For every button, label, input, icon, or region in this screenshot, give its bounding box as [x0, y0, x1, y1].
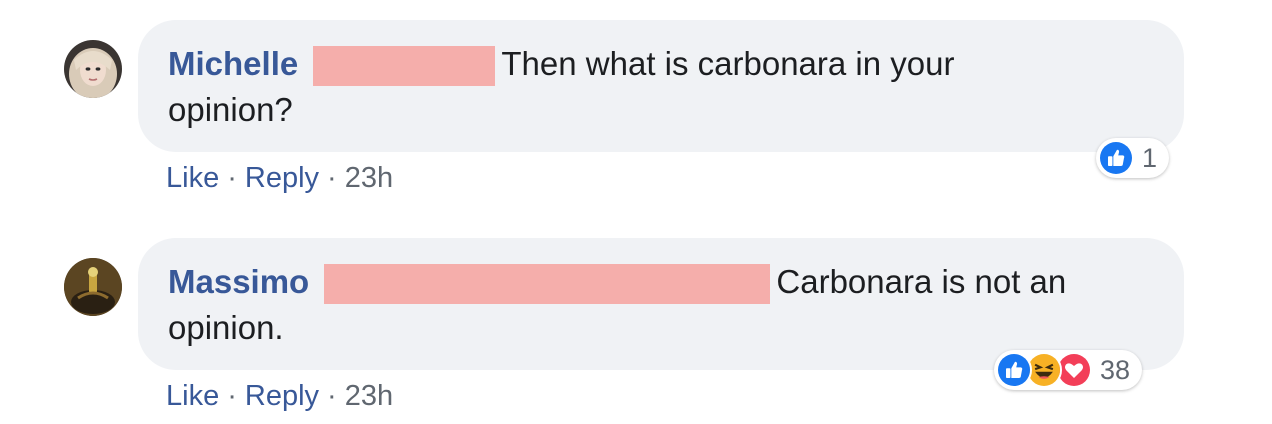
- separator: ·: [327, 162, 337, 194]
- separator: ·: [227, 162, 237, 194]
- like-button[interactable]: Like: [166, 380, 219, 412]
- comment-actions: Like · Reply · 23h: [166, 380, 393, 413]
- timestamp-link[interactable]: 23h: [345, 380, 393, 412]
- avatar-massimo[interactable]: [64, 258, 122, 316]
- avatar-photo: [64, 40, 122, 98]
- redacted-surname: [324, 264, 771, 305]
- timestamp-link[interactable]: 23h: [345, 162, 393, 194]
- author-name-link[interactable]: Michelle: [168, 45, 298, 82]
- reaction-count: 38: [1100, 354, 1131, 385]
- comment-text: Then what is carbonara in your: [501, 45, 955, 82]
- comment-text-line2: opinion?: [168, 91, 293, 128]
- reactions-summary[interactable]: 1: [1096, 138, 1170, 178]
- like-icon: [996, 352, 1032, 388]
- reply-button[interactable]: Reply: [245, 162, 319, 194]
- avatar-michelle[interactable]: [64, 40, 122, 98]
- separator: ·: [227, 380, 237, 412]
- comment-text-line1: Massimo Carbonara is not an: [168, 262, 1067, 305]
- reply-button[interactable]: Reply: [245, 380, 319, 412]
- comment-bubble: Michelle Then what is carbonara in your …: [138, 20, 1184, 152]
- avatar-photo: [64, 258, 122, 316]
- comment-text-line1: Michelle Then what is carbonara in your: [168, 44, 955, 87]
- like-button[interactable]: Like: [166, 162, 219, 194]
- reactions-summary[interactable]: 38: [994, 350, 1143, 390]
- reaction-count: 1: [1142, 142, 1158, 173]
- comment-text: Carbonara is not an: [776, 263, 1067, 300]
- like-icon: [1098, 140, 1134, 176]
- author-name-link[interactable]: Massimo: [168, 263, 309, 300]
- separator: ·: [327, 380, 337, 412]
- comment-text-line2: opinion.: [168, 309, 284, 346]
- comment-actions: Like · Reply · 23h: [166, 162, 393, 195]
- redacted-surname: [313, 46, 496, 87]
